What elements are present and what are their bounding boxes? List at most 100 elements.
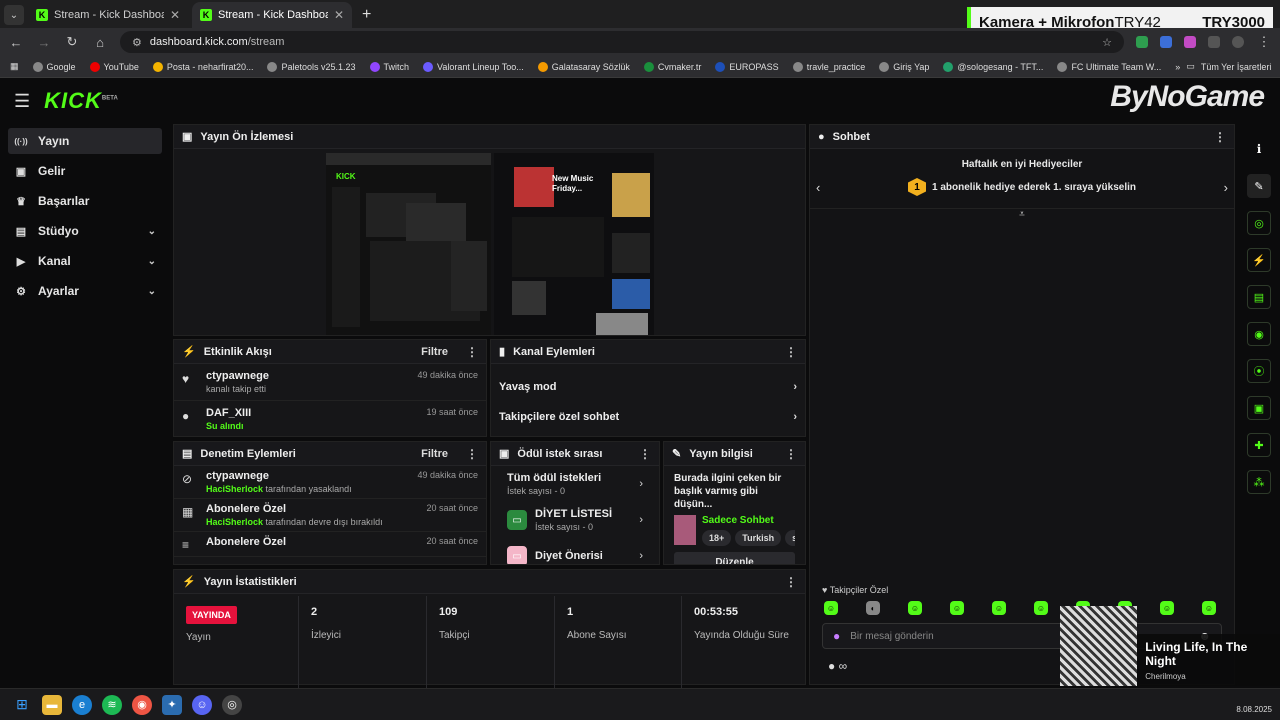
reward-item[interactable]: Tüm ödül istekleri İstek sayısı - 0 › [491, 466, 659, 502]
file-explorer-icon[interactable]: ▬ [42, 694, 62, 715]
activity-row[interactable]: ♥ ctypawnege kanalı takip etti 49 dakika … [174, 364, 486, 401]
chevron-left-icon[interactable]: ‹ [816, 180, 820, 195]
sidebar-item-5[interactable]: ⚙ Ayarlar ⌄ [8, 278, 162, 304]
emote-icon[interactable]: ☺ [1034, 601, 1048, 615]
layout-icon[interactable]: ▣ [1247, 396, 1271, 420]
kebab-menu-icon[interactable]: ⋮ [785, 345, 797, 359]
profile-avatar-icon[interactable] [1232, 36, 1244, 48]
activity-row[interactable]: ● DAF_XIII Su alındı 19 saat önce [174, 401, 486, 436]
browser-tab-2[interactable]: K Stream - Kick Dashboard ✕ [192, 2, 352, 28]
followers-only-item[interactable]: Takipçilere özel sohbet › [491, 402, 805, 432]
bookmark-item[interactable]: Paletools v25.1.23 [267, 61, 356, 72]
obs-icon[interactable]: ◎ [222, 694, 242, 715]
tab-search-button[interactable]: ⌄ [4, 5, 24, 25]
windows-start-icon[interactable]: ⊞ [12, 695, 32, 715]
kick-logo[interactable]: KICKBETA [44, 88, 118, 114]
emote-icon[interactable]: ☺ [908, 601, 922, 615]
filter-button[interactable]: Filtre [421, 346, 448, 358]
bookmark-item[interactable]: Galatasaray Sözlük [537, 61, 630, 72]
reward-item[interactable]: ▭ Diyet Önerisi › [491, 538, 659, 564]
lightning-icon[interactable]: ⚡ [1247, 248, 1271, 272]
mic-icon[interactable]: ● [833, 629, 840, 643]
stream-preview-video[interactable]: KICK New Music Friday... [326, 153, 654, 335]
bookmark-item[interactable]: Posta - neharfirat20... [152, 61, 253, 72]
kebab-menu-icon[interactable]: ⋮ [785, 575, 797, 589]
tab-title: Stream - Kick Dashboard [218, 9, 328, 21]
pencil-icon[interactable]: ✎ [1247, 174, 1271, 198]
spotify-icon[interactable]: ≋ [102, 694, 122, 715]
chrome-icon[interactable]: ◉ [132, 694, 152, 715]
broadcast-icon[interactable]: ⦿ [1247, 359, 1271, 383]
moderation-row[interactable]: ▦ Abonelere Özel HaciSherlock tarafından … [174, 499, 486, 532]
kebab-menu-icon[interactable]: ⋮ [466, 447, 478, 461]
moderation-row[interactable]: ≡ Abonelere Özel 20 saat önce [174, 532, 486, 557]
hamburger-menu-icon[interactable]: ☰ [14, 91, 30, 112]
bookmark-item[interactable]: Giriş Yap [879, 61, 929, 72]
all-bookmarks-link[interactable]: Tüm Yer İşaretleri [1201, 62, 1272, 72]
bookmark-item[interactable]: YouTube [89, 61, 139, 72]
extension-shield-icon[interactable] [1136, 36, 1148, 48]
new-tab-button[interactable]: + [362, 6, 371, 24]
url-input[interactable]: ⚙ dashboard.kick.com/stream ☆ [120, 31, 1124, 53]
sidebar-item-0[interactable]: ((·)) Yayın [8, 128, 162, 154]
bookmark-item[interactable]: @sologesang - TFT... [943, 61, 1043, 72]
moderation-row[interactable]: ⊘ ctypawnege HaciSherlock tarafından yasa… [174, 466, 486, 499]
emote-icon[interactable]: ☺ [824, 601, 838, 615]
chevron-right-icon[interactable]: › [1224, 180, 1228, 195]
category-name[interactable]: Sadece Sohbet [702, 515, 795, 526]
kebab-menu-icon[interactable]: ⋮ [785, 447, 797, 461]
forward-icon[interactable]: → [36, 35, 52, 50]
bookmark-item[interactable]: Valorant Lineup Too... [423, 61, 524, 72]
chevron-down-icon[interactable]: ⌄ [148, 286, 156, 297]
emote-icon[interactable]: ☺ [950, 601, 964, 615]
reload-icon[interactable]: ↻ [64, 34, 80, 50]
chevron-down-icon[interactable]: ⌄ [148, 226, 156, 237]
chat-bubble-icon[interactable]: ◉ [1247, 322, 1271, 346]
apps-grid-icon[interactable]: ▦ [10, 61, 19, 72]
slow-mode-item[interactable]: Yavaş mod › [491, 372, 805, 402]
kicks-icon[interactable]: ⁂ [1247, 470, 1271, 494]
discord-icon[interactable]: ☺ [192, 694, 212, 715]
filter-button[interactable]: Filtre [421, 448, 448, 460]
wrench-icon[interactable]: ✚ [1247, 433, 1271, 457]
sidebar-item-1[interactable]: ▣ Gelir [8, 158, 162, 184]
bookmark-item[interactable]: Google [32, 61, 76, 72]
bookmark-item[interactable]: travle_practice [792, 61, 865, 72]
chevron-down-icon[interactable]: ⌄ [148, 256, 156, 267]
extensions-puzzle-icon[interactable] [1208, 36, 1220, 48]
bookmark-item[interactable]: FC Ultimate Team W... [1057, 61, 1161, 72]
back-icon[interactable]: ← [8, 35, 24, 50]
bynogame-watermark: ByNoGame [1110, 80, 1265, 113]
extension-icon[interactable] [1184, 36, 1196, 48]
document-icon[interactable]: ▤ [1247, 285, 1271, 309]
close-icon[interactable]: ✕ [334, 8, 344, 22]
edit-button[interactable]: Düzenle [674, 552, 795, 564]
home-icon[interactable]: ⌂ [92, 35, 108, 50]
emote-icon[interactable]: ☺ [1160, 601, 1174, 615]
emote-icon[interactable]: ☺ [992, 601, 1006, 615]
sidebar-item-3[interactable]: ▤ Stüdyo ⌄ [8, 218, 162, 244]
browser-tab-1[interactable]: K Stream - Kick Dashboard ✕ [28, 2, 188, 28]
collapse-icon[interactable]: ⩡ [810, 208, 1234, 220]
app-icon[interactable]: ✦ [162, 694, 182, 715]
edge-icon[interactable]: e [72, 694, 92, 715]
kebab-menu-icon[interactable]: ⋮ [1214, 130, 1226, 144]
site-info-icon[interactable]: ⚙ [132, 36, 142, 49]
more-bookmarks-icon[interactable]: » [1175, 62, 1180, 72]
bookmark-item[interactable]: EUROPASS [715, 61, 779, 72]
emote-icon[interactable]: ◐ [866, 601, 880, 615]
sidebar-item-4[interactable]: ▶ Kanal ⌄ [8, 248, 162, 274]
bookmark-item[interactable]: Cvmaker.tr [643, 61, 701, 72]
emote-icon[interactable]: ☺ [1202, 601, 1216, 615]
kebab-menu-icon[interactable]: ⋮ [639, 447, 651, 461]
capture-icon[interactable]: ◎ [1247, 211, 1271, 235]
bookmark-item[interactable]: Twitch [369, 61, 409, 72]
reward-item[interactable]: ▭ DİYET LİSTESİ İstek sayısı - 0 › [491, 502, 659, 538]
menu-kebab-icon[interactable]: ⋮ [1256, 34, 1272, 50]
star-icon[interactable]: ☆ [1102, 36, 1112, 49]
info-icon[interactable]: ℹ [1247, 137, 1271, 161]
extension-icon[interactable] [1160, 36, 1172, 48]
kebab-menu-icon[interactable]: ⋮ [466, 345, 478, 359]
sidebar-item-2[interactable]: ♛ Başarılar [8, 188, 162, 214]
close-icon[interactable]: ✕ [170, 8, 180, 22]
